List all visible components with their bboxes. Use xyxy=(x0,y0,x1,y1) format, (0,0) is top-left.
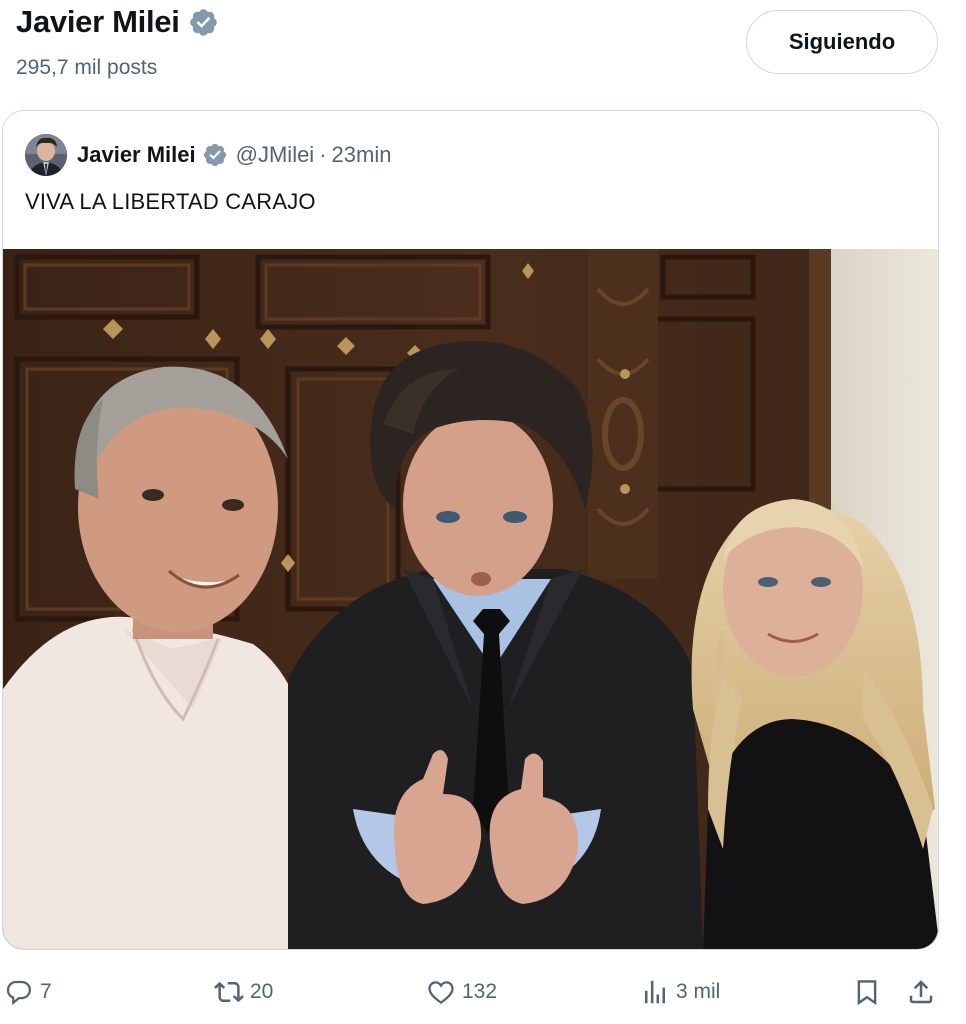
verified-badge-icon xyxy=(203,143,226,167)
profile-title: Javier Milei xyxy=(16,4,219,40)
posts-count: 295,7 mil posts xyxy=(16,56,158,79)
quoted-timestamp[interactable]: 23min xyxy=(332,142,392,168)
verified-badge-icon xyxy=(189,8,217,36)
profile-name: Javier Milei xyxy=(16,4,180,39)
like-count: 132 xyxy=(462,980,498,1003)
tweet-photo[interactable] xyxy=(3,249,939,950)
like-button[interactable]: 132 xyxy=(426,968,497,1016)
views-count: 3 mil xyxy=(676,980,721,1003)
following-button[interactable]: Siguiendo xyxy=(746,10,938,74)
profile-header: Javier Milei 295,7 mil posts Siguiendo xyxy=(0,0,966,96)
repost-count: 20 xyxy=(250,980,274,1003)
tweet-actions: 7 20 132 3 mil xyxy=(0,968,966,1016)
avatar[interactable] xyxy=(25,134,67,176)
bookmark-icon xyxy=(857,980,877,1006)
quoted-author-name[interactable]: Javier Milei xyxy=(77,142,196,168)
share-icon xyxy=(909,980,933,1004)
quoted-tweet-text: VIVA LA LIBERTAD CARAJO xyxy=(25,189,316,214)
quoted-author-handle[interactable]: @JMilei xyxy=(236,142,315,168)
views-icon xyxy=(645,980,665,1004)
reply-icon xyxy=(6,980,32,1006)
repost-button[interactable]: 20 xyxy=(214,968,273,1016)
quoted-tweet-card[interactable]: Javier Milei @JMilei · 23min VIVA LA LIB… xyxy=(2,110,939,950)
reply-button[interactable]: 7 xyxy=(4,968,52,1016)
bookmark-button[interactable] xyxy=(852,968,882,1016)
separator-dot: · xyxy=(319,142,327,167)
repost-icon xyxy=(214,981,244,1003)
views-button[interactable]: 3 mil xyxy=(640,968,720,1016)
reply-count: 7 xyxy=(40,980,52,1003)
share-button[interactable] xyxy=(906,968,936,1016)
quoted-tweet-header: Javier Milei @JMilei · 23min xyxy=(25,133,391,177)
heart-icon xyxy=(428,981,454,1004)
